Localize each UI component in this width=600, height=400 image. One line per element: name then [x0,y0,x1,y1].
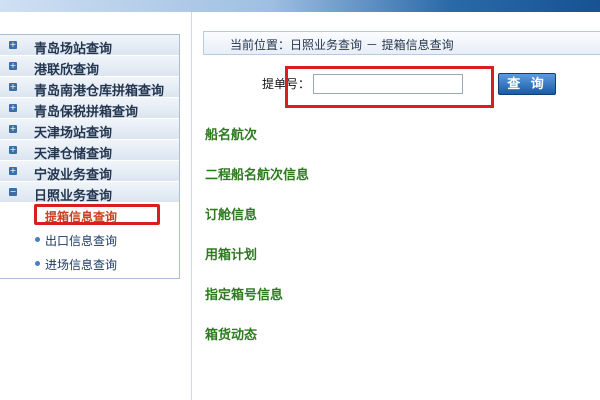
sidebar-item-tianjin-storage[interactable]: + 天津仓储查询 [0,140,179,162]
bullet-dot-icon [35,261,40,266]
expand-plus-icon: + [9,145,17,154]
subitem-label: 进场信息查询 [45,258,118,272]
sidebar-item-label: 天津场站查询 [34,126,113,141]
subitem-label: 提箱信息查询 [45,210,118,224]
expand-plus-icon: + [9,82,17,91]
sidebar-item-label: 青岛保税拼箱查询 [34,105,139,120]
subitem-pickup-container-query[interactable]: 提箱信息查询 [0,204,179,228]
sidebar: + 青岛场站查询 + 港联欣查询 + 青岛南港仓库拼箱查询 + 青岛保税拼箱查询… [0,12,192,400]
sidebar-menu: + 青岛场站查询 + 港联欣查询 + 青岛南港仓库拼箱查询 + 青岛保税拼箱查询… [0,34,180,279]
input-highlight-box [285,66,494,108]
expand-plus-icon: + [9,103,17,112]
top-banner [0,0,600,12]
sidebar-item-ganglianxin[interactable]: + 港联欣查询 [0,56,179,78]
subitem-label: 出口信息查询 [45,234,118,248]
sidebar-item-label: 天津仓储查询 [34,147,113,162]
sidebar-item-label: 青岛南港仓库拼箱查询 [34,84,165,99]
expand-plus-icon: + [9,124,17,133]
sidebar-item-label: 青岛场站查询 [34,42,113,57]
bullet-dot-icon [35,237,40,242]
expand-plus-icon: + [9,166,17,175]
sidebar-item-qingdao-south-port-lcl[interactable]: + 青岛南港仓库拼箱查询 [0,77,179,99]
sidebar-item-tianjin-station[interactable]: + 天津场站查询 [0,119,179,141]
query-button[interactable]: 查 询 [498,73,556,95]
rizhao-submenu: 提箱信息查询 出口信息查询 进场信息查询 [0,203,179,278]
sidebar-item-ningbo[interactable]: + 宁波业务查询 [0,161,179,183]
sidebar-item-label: 宁波业务查询 [34,168,113,183]
section-booking-info[interactable]: 订舱信息 [205,204,257,223]
sidebar-item-qingdao-bonded-lcl[interactable]: + 青岛保税拼箱查询 [0,98,179,120]
section-cargo-status[interactable]: 箱货动态 [205,324,257,343]
sidebar-item-rizhao[interactable]: − 日照业务查询 [0,182,179,204]
breadcrumb: 当前位置：日照业务查询 － 提箱信息查询 [203,31,600,55]
expand-plus-icon: + [9,40,17,49]
sidebar-item-label: 港联欣查询 [34,63,100,78]
section-second-leg-vessel[interactable]: 二程船名航次信息 [205,164,309,183]
section-container-plan[interactable]: 用箱计划 [205,244,257,263]
sidebar-item-label: 日照业务查询 [34,189,113,204]
subitem-export-query[interactable]: 出口信息查询 [0,228,179,252]
collapse-minus-icon: − [9,187,17,196]
breadcrumb-text: 当前位置：日照业务查询 － 提箱信息查询 [230,38,454,52]
expand-plus-icon: + [9,61,17,70]
sidebar-item-qingdao-station[interactable]: + 青岛场站查询 [0,35,179,57]
section-vessel-voyage[interactable]: 船名航次 [205,124,257,143]
section-assigned-container[interactable]: 指定箱号信息 [205,284,283,303]
subitem-gate-in-query[interactable]: 进场信息查询 [0,252,179,276]
